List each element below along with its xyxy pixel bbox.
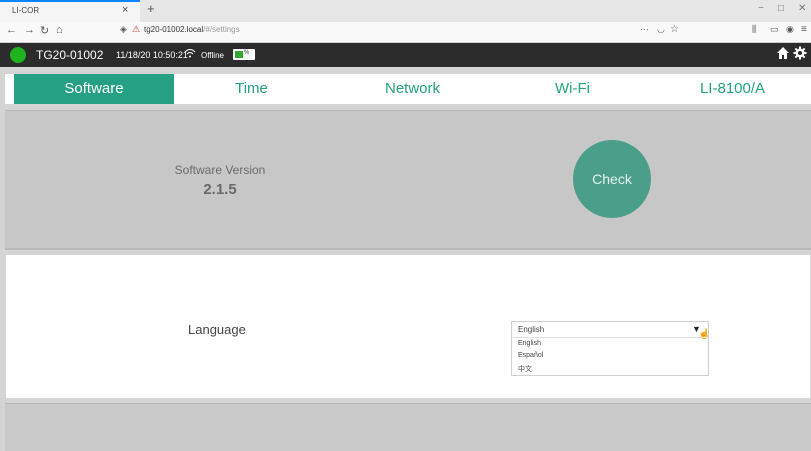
wifi-icon — [184, 47, 196, 62]
shield-icon[interactable]: ◈ — [120, 24, 127, 35]
url-bar[interactable]: tg20-01002.local/#/settings — [144, 25, 240, 34]
software-version-value: 2.1.5 — [203, 181, 237, 198]
bookmark-star-icon[interactable]: ☆ — [670, 24, 679, 35]
account-icon[interactable]: ◉ — [786, 24, 794, 35]
software-version-label: Software Version — [174, 163, 266, 177]
url-path: /#/settings — [203, 25, 240, 34]
language-select[interactable]: English ▼ ☝ English Español 中文 — [511, 321, 711, 376]
tab-software[interactable]: Software — [14, 74, 174, 104]
battery-icon: % — [233, 49, 255, 60]
page-actions-icon[interactable]: ··· — [640, 24, 649, 34]
hand-cursor-icon: ☝ — [698, 329, 711, 340]
tab-wifi[interactable]: Wi-Fi — [495, 74, 650, 104]
insecure-lock-icon[interactable]: ⚠ — [132, 24, 140, 35]
check-button[interactable]: Check — [573, 140, 651, 218]
back-icon[interactable]: ← — [6, 24, 17, 36]
gear-icon[interactable] — [793, 46, 807, 63]
sidebar-icon[interactable]: ▭ — [770, 24, 779, 35]
device-id: TG20-01002 — [36, 48, 104, 62]
close-window-icon[interactable]: ✕ — [798, 3, 806, 14]
browser-navbar: ← → ↻ ⌂ ◈ ⚠ tg20-01002.local/#/settings … — [0, 22, 811, 43]
battery-fill — [235, 51, 244, 58]
browser-tab[interactable]: LI-COR × — [0, 0, 140, 22]
dropdown-divider — [512, 337, 708, 338]
tab-li8100[interactable]: LI-8100/A — [655, 74, 810, 104]
pocket-icon[interactable]: ◡ — [657, 24, 665, 35]
language-option-chinese[interactable]: 中文 — [518, 364, 532, 374]
language-option-espanol[interactable]: Español — [518, 352, 543, 359]
connection-status: Offline — [201, 51, 224, 60]
close-tab-icon[interactable]: × — [122, 4, 128, 16]
bottom-panel — [5, 403, 811, 451]
status-led — [10, 47, 26, 63]
language-option-english[interactable]: English — [518, 340, 541, 347]
forward-icon[interactable]: → — [24, 24, 35, 36]
menu-icon[interactable]: ≡ — [801, 24, 807, 35]
tab-network[interactable]: Network — [335, 74, 490, 104]
url-host: tg20-01002.local — [144, 25, 204, 34]
minimize-icon[interactable]: − — [758, 3, 764, 14]
battery-label: % — [244, 50, 250, 56]
settings-tabs: Software Time Network Wi-Fi LI-8100/A — [5, 74, 811, 104]
maximize-icon[interactable]: □ — [778, 3, 784, 14]
new-tab-icon[interactable]: + — [147, 1, 155, 16]
device-status-bar: TG20-01002 11/18/20 10:50:21 Offline % — [0, 43, 811, 67]
language-selected[interactable]: English — [518, 325, 544, 334]
library-icon[interactable]: ⫼ — [752, 24, 756, 35]
language-label: Language — [188, 322, 246, 337]
tab-time[interactable]: Time — [174, 74, 329, 104]
device-timestamp: 11/18/20 10:50:21 — [116, 50, 188, 60]
home-icon[interactable] — [776, 46, 790, 63]
software-panel: Software Version 2.1.5 Check — [5, 110, 811, 250]
browser-tab-title: LI-COR — [12, 6, 40, 15]
browser-tabbar: LI-COR × + − □ ✕ — [0, 0, 811, 22]
reload-icon[interactable]: ↻ — [40, 24, 49, 37]
language-panel: Language English ▼ ☝ English Español 中文 — [5, 254, 811, 399]
home-page-icon[interactable]: ⌂ — [56, 24, 63, 36]
